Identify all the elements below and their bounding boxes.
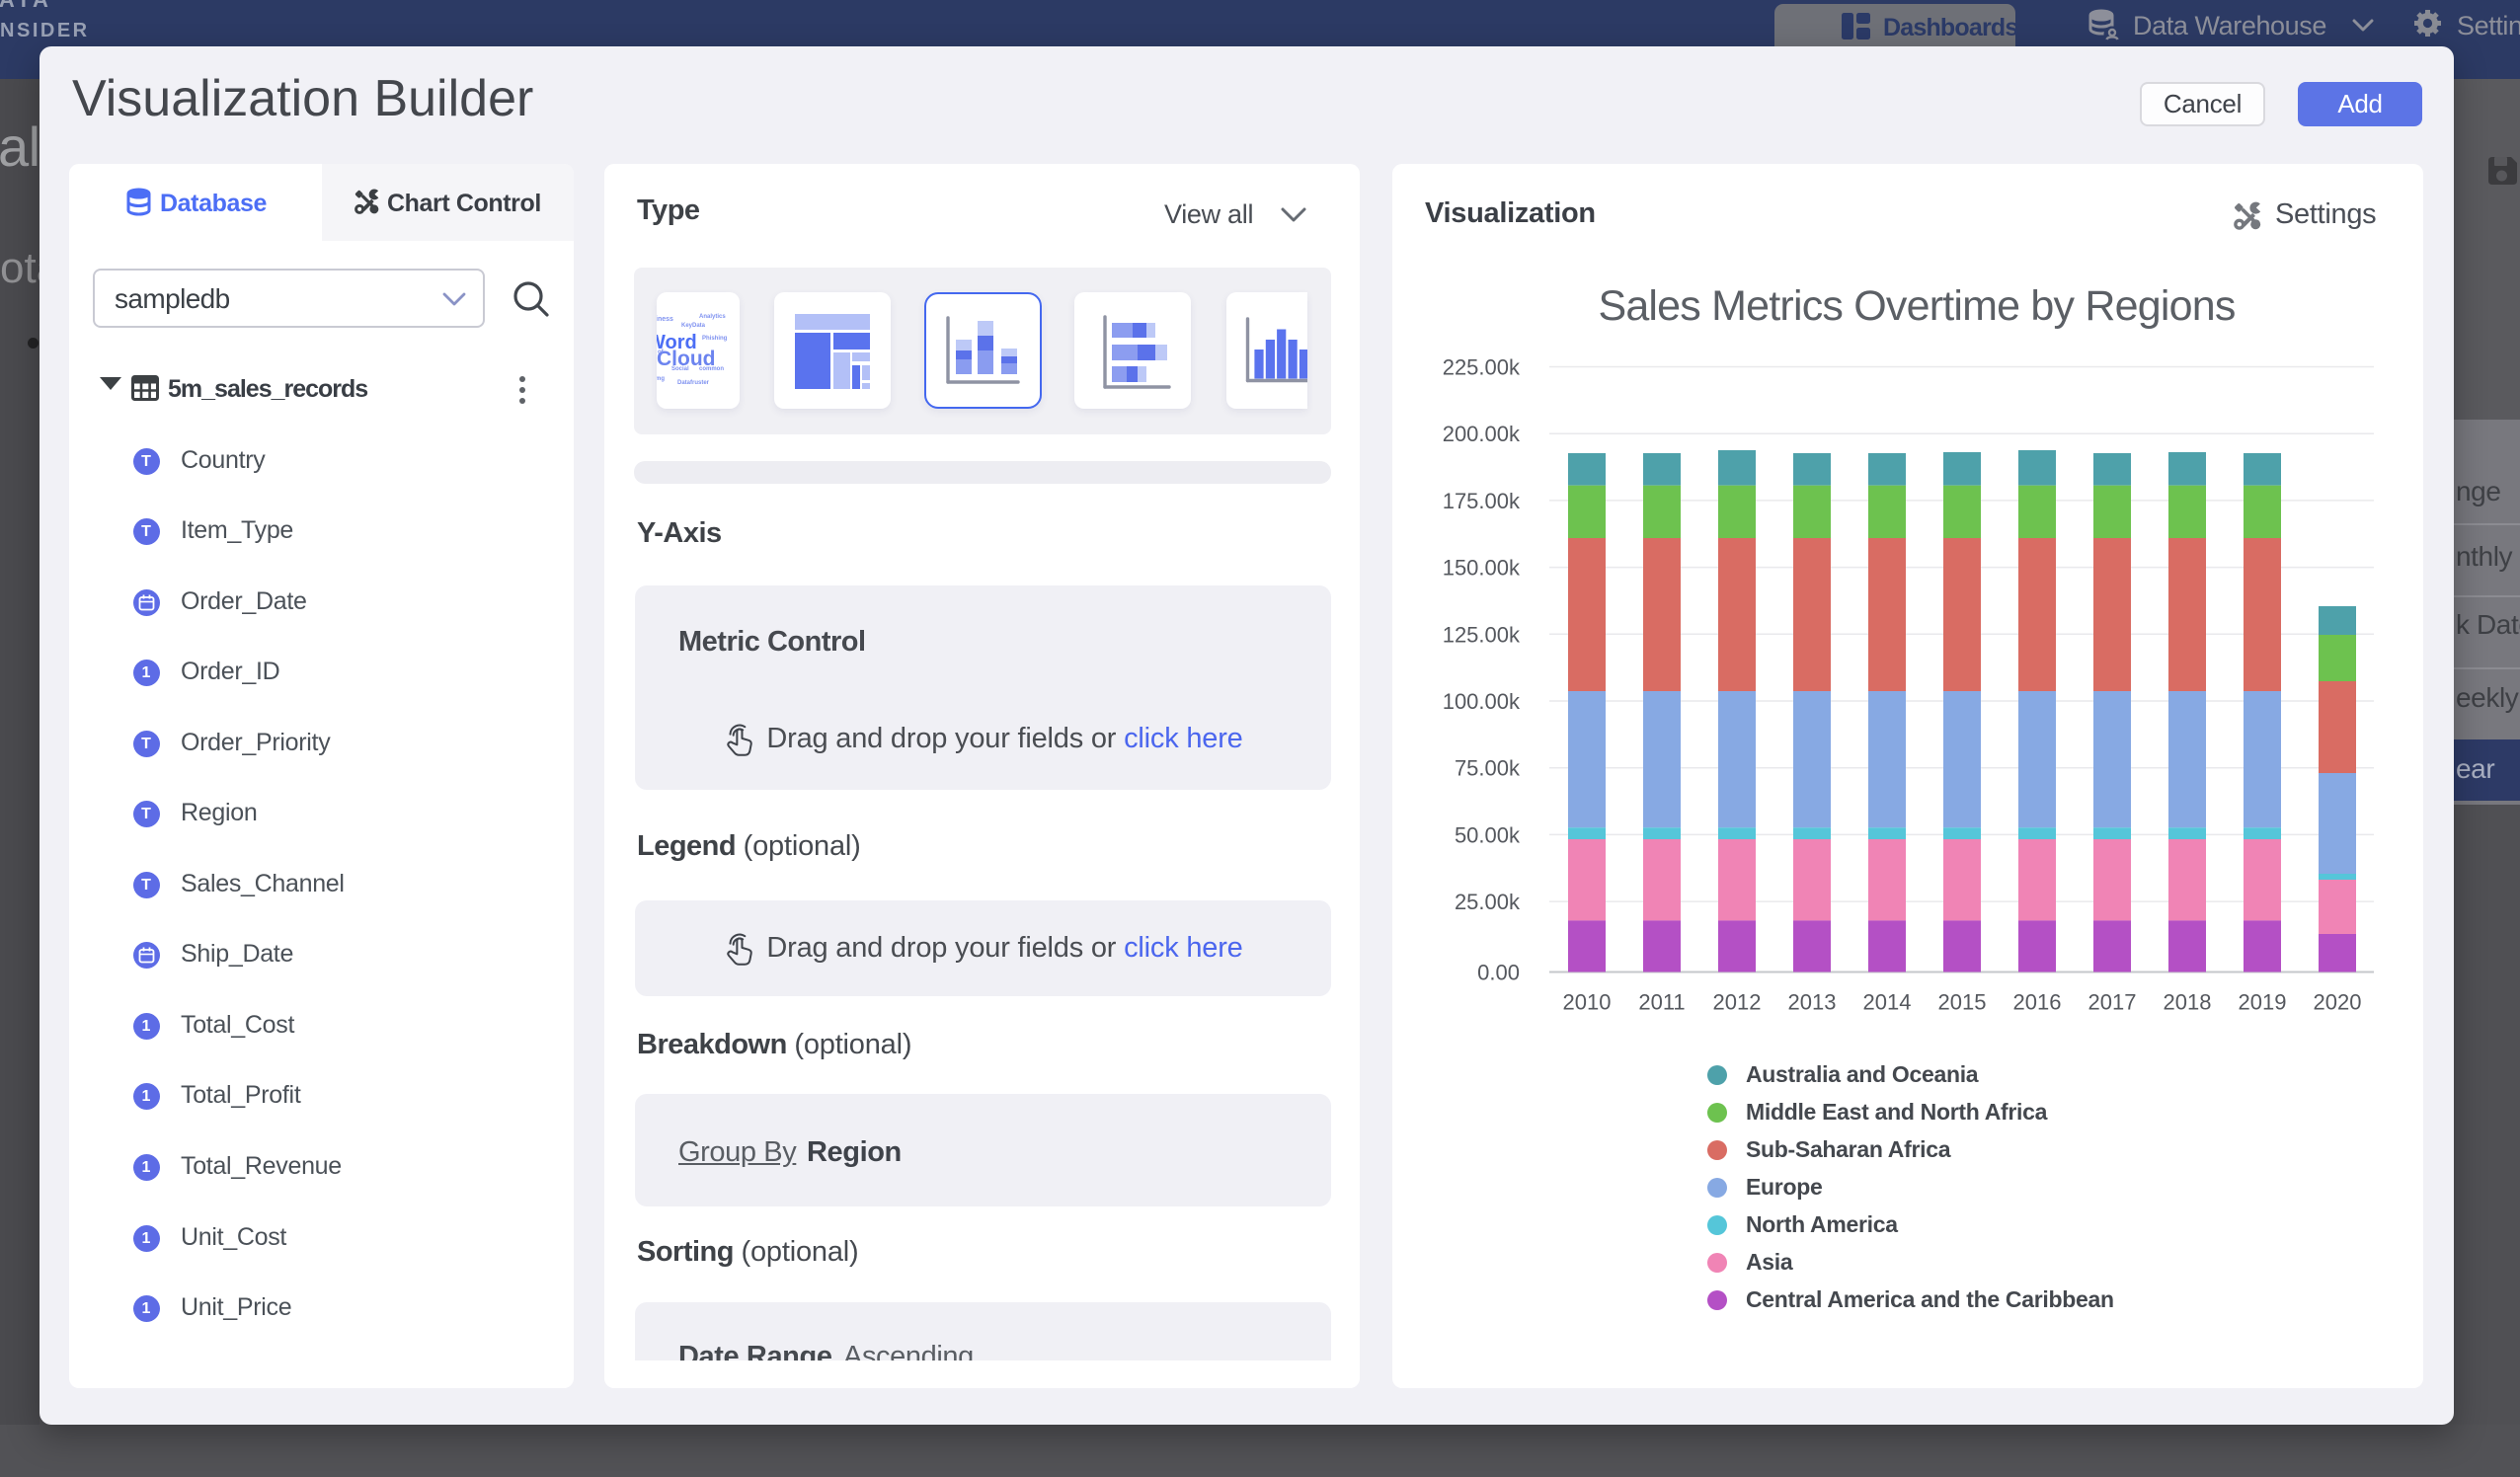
svg-text:Sales Metrics Overtime by Regi: Sales Metrics Overtime by Regions — [1598, 282, 2235, 330]
svg-text:200.00k: 200.00k — [1443, 422, 1521, 446]
svg-text:2010: 2010 — [1563, 990, 1612, 1015]
svg-text:2013: 2013 — [1788, 990, 1837, 1015]
svg-text:2012: 2012 — [1713, 990, 1762, 1015]
svg-text:2015: 2015 — [1938, 990, 1987, 1015]
svg-text:175.00k: 175.00k — [1443, 489, 1521, 513]
svg-text:150.00k: 150.00k — [1443, 556, 1521, 581]
svg-text:75.00k: 75.00k — [1455, 756, 1521, 781]
svg-text:2018: 2018 — [2164, 990, 2212, 1015]
svg-text:2016: 2016 — [2013, 990, 2062, 1015]
svg-text:50.00k: 50.00k — [1455, 822, 1521, 847]
svg-text:225.00k: 225.00k — [1443, 355, 1521, 380]
svg-text:0.00: 0.00 — [1477, 961, 1520, 985]
svg-text:25.00k: 25.00k — [1455, 890, 1521, 914]
svg-text:125.00k: 125.00k — [1443, 622, 1521, 647]
svg-text:2011: 2011 — [1638, 990, 1685, 1015]
svg-text:100.00k: 100.00k — [1443, 689, 1521, 714]
svg-text:2020: 2020 — [2314, 990, 2362, 1015]
svg-text:2019: 2019 — [2239, 990, 2287, 1015]
svg-text:2017: 2017 — [2088, 990, 2137, 1015]
svg-text:2014: 2014 — [1863, 990, 1912, 1015]
